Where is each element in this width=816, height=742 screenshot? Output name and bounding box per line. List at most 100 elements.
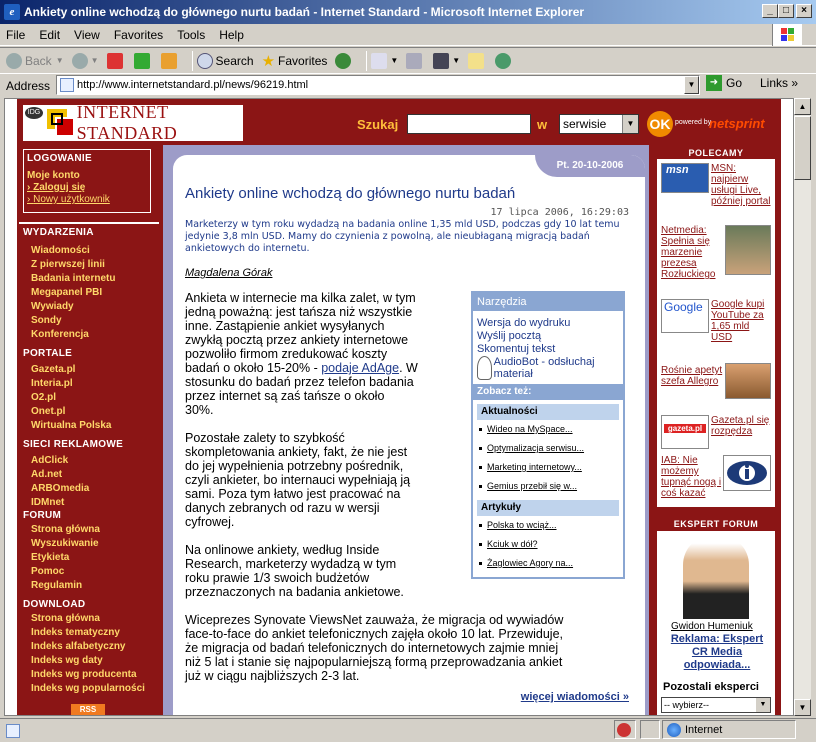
nav-item[interactable]: O2.pl	[23, 391, 159, 405]
adage-link[interactable]: podaje AdAge	[321, 361, 399, 375]
mail-button[interactable]: ▼	[371, 52, 398, 69]
expert-select[interactable]: -- wybierz-- ▼	[661, 697, 771, 713]
nav-item[interactable]: Sondy	[23, 314, 159, 328]
audiobot-link[interactable]: AudioBot - odsłuchaj materiał	[473, 356, 623, 380]
news-link-iab[interactable]: IAB: Nie możemy tupnąć nogą i coś kazać	[661, 455, 723, 499]
site-search-input[interactable]	[407, 114, 531, 134]
close-button[interactable]: ×	[796, 4, 812, 18]
print-version-link[interactable]: Wersja do wydruku	[473, 317, 623, 330]
nav-item[interactable]: Regulamin	[23, 579, 159, 593]
person-photo[interactable]	[725, 363, 771, 399]
nav-item[interactable]: Indeks wg producenta	[23, 668, 159, 682]
gazeta-thumbnail[interactable]: gazeta.pl	[661, 415, 709, 449]
nav-item[interactable]: IDMnet	[23, 496, 159, 510]
menu-favorites[interactable]: Favorites	[114, 28, 163, 42]
nav-item[interactable]: Gazeta.pl	[23, 363, 159, 377]
go-button[interactable]: ➜ Go	[706, 75, 742, 91]
stop-button[interactable]	[106, 52, 126, 69]
msn-thumbnail[interactable]: msn	[661, 163, 709, 193]
home-button[interactable]	[160, 52, 180, 69]
expert-role[interactable]: Reklama: Ekspert CR Media odpowiada...	[665, 633, 769, 672]
print-button[interactable]	[406, 52, 425, 69]
nav-item[interactable]: Strona główna	[23, 523, 159, 537]
scroll-up-button[interactable]: ▲	[794, 98, 811, 115]
refresh-button[interactable]	[133, 52, 153, 69]
expert-photo[interactable]	[683, 535, 749, 619]
related-link[interactable]: Żaglowiec Agory na...	[473, 554, 623, 573]
logo-mark-icon	[47, 109, 75, 137]
my-account-link[interactable]: Moje konto	[27, 170, 147, 182]
messenger-button[interactable]	[495, 52, 514, 69]
nav-item[interactable]: Indeks tematyczny	[23, 626, 159, 640]
news-link-allegro[interactable]: Rośnie apetyt szefa Allegro	[661, 365, 723, 387]
forward-button[interactable]: ▼	[71, 52, 99, 69]
info-icon[interactable]	[723, 455, 771, 491]
nav-item[interactable]: Onet.pl	[23, 405, 159, 419]
nav-item[interactable]: Etykieta	[23, 551, 159, 565]
nav-item[interactable]: Indeks alfabetyczny	[23, 640, 159, 654]
news-link-gazeta[interactable]: Gazeta.pl się rozpędza	[711, 415, 773, 437]
person-photo[interactable]	[725, 225, 771, 275]
nav-item[interactable]: Z pierwszej linii	[23, 258, 159, 272]
media-button[interactable]	[335, 52, 354, 69]
site-logo[interactable]: IDG INTERNET STANDARD	[23, 102, 243, 143]
nav-item[interactable]: Konferencja	[23, 328, 159, 342]
minimize-button[interactable]: _	[762, 4, 778, 18]
scroll-thumb[interactable]	[794, 116, 811, 180]
nav-item[interactable]: Badania internetu	[23, 272, 159, 286]
search-button[interactable]: Search	[196, 52, 254, 69]
article-author[interactable]: Magdalena Górak	[185, 267, 272, 279]
nav-item[interactable]: Wiadomości	[23, 244, 159, 258]
popup-blocked-icon[interactable]	[614, 720, 636, 739]
register-link[interactable]: › Nowy użytkownik	[27, 194, 147, 206]
nav-item[interactable]: Wyszukiwanie	[23, 537, 159, 551]
menu-file[interactable]: File	[6, 28, 25, 42]
nav-item[interactable]: Interia.pl	[23, 377, 159, 391]
nav-item[interactable]: Pomoc	[23, 565, 159, 579]
login-box: LOGOWANIE Moje konto › Zaloguj się › Now…	[23, 149, 151, 213]
more-news-link[interactable]: więcej wiadomości »	[521, 691, 629, 703]
back-button[interactable]: Back ▼	[6, 52, 64, 69]
maximize-button[interactable]: □	[778, 4, 794, 18]
nav-item[interactable]: Ad.net	[23, 468, 159, 482]
search-scope-select[interactable]: serwisie ▼	[559, 114, 639, 134]
google-youtube-thumbnail[interactable]: Google	[661, 299, 709, 333]
news-link-netmedia[interactable]: Netmedia: Spełnia się marzenie prezesa R…	[661, 225, 723, 280]
nav-section-title: FORUM	[23, 510, 62, 521]
related-link[interactable]: Gemius przebił się w...	[473, 477, 623, 496]
expert-name[interactable]: Gwidon Humeniuk	[671, 621, 753, 632]
nav-item[interactable]: Wywiady	[23, 300, 159, 314]
favorites-button[interactable]: ★ Favorites	[262, 52, 328, 70]
news-link-msn[interactable]: MSN: najpierw usługi Live, później porta…	[711, 163, 773, 207]
nav-item[interactable]: AdClick	[23, 454, 159, 468]
nav-item[interactable]: Strona główna	[23, 612, 159, 626]
address-input[interactable]: http://www.internetstandard.pl/news/9621…	[56, 75, 700, 95]
send-email-link[interactable]: Wyślij pocztą	[473, 330, 623, 343]
vertical-scrollbar[interactable]: ▲ ▼	[794, 98, 811, 716]
discuss-button[interactable]	[468, 52, 487, 69]
nav-item[interactable]: Wirtualna Polska	[23, 419, 159, 433]
menu-help[interactable]: Help	[219, 28, 244, 42]
nav-item[interactable]: ARBOmedia	[23, 482, 159, 496]
search-ok-button[interactable]: OK	[647, 111, 673, 137]
login-link[interactable]: › Zaloguj się	[27, 182, 147, 194]
nav-item[interactable]: Indeks wg daty	[23, 654, 159, 668]
links-button[interactable]: Links »	[760, 76, 798, 90]
address-dropdown[interactable]: ▼	[684, 76, 699, 94]
scroll-down-button[interactable]: ▼	[794, 699, 811, 716]
edit-button[interactable]: ▼	[433, 52, 460, 69]
nav-item[interactable]: Megapanel PBI	[23, 286, 159, 300]
menu-tools[interactable]: Tools	[177, 28, 205, 42]
nav-item[interactable]: Indeks wg popularności	[23, 682, 159, 696]
news-link-google[interactable]: Google kupi YouTube za 1,65 mld USD	[711, 299, 773, 343]
related-link[interactable]: Polska to wciąż...	[473, 516, 623, 535]
related-link[interactable]: Optymalizacja serwisu...	[473, 439, 623, 458]
related-link[interactable]: Marketing internetowy...	[473, 458, 623, 477]
title-bar: e Ankiety online wchodzą do głównego nur…	[0, 0, 816, 24]
menu-edit[interactable]: Edit	[39, 28, 60, 42]
related-link[interactable]: Wideo na MySpace...	[473, 420, 623, 439]
comment-link[interactable]: Skomentuj tekst	[473, 343, 623, 356]
rss-badge[interactable]: RSS	[71, 704, 105, 715]
related-link[interactable]: Kciuk w dół?	[473, 535, 623, 554]
menu-view[interactable]: View	[74, 28, 100, 42]
